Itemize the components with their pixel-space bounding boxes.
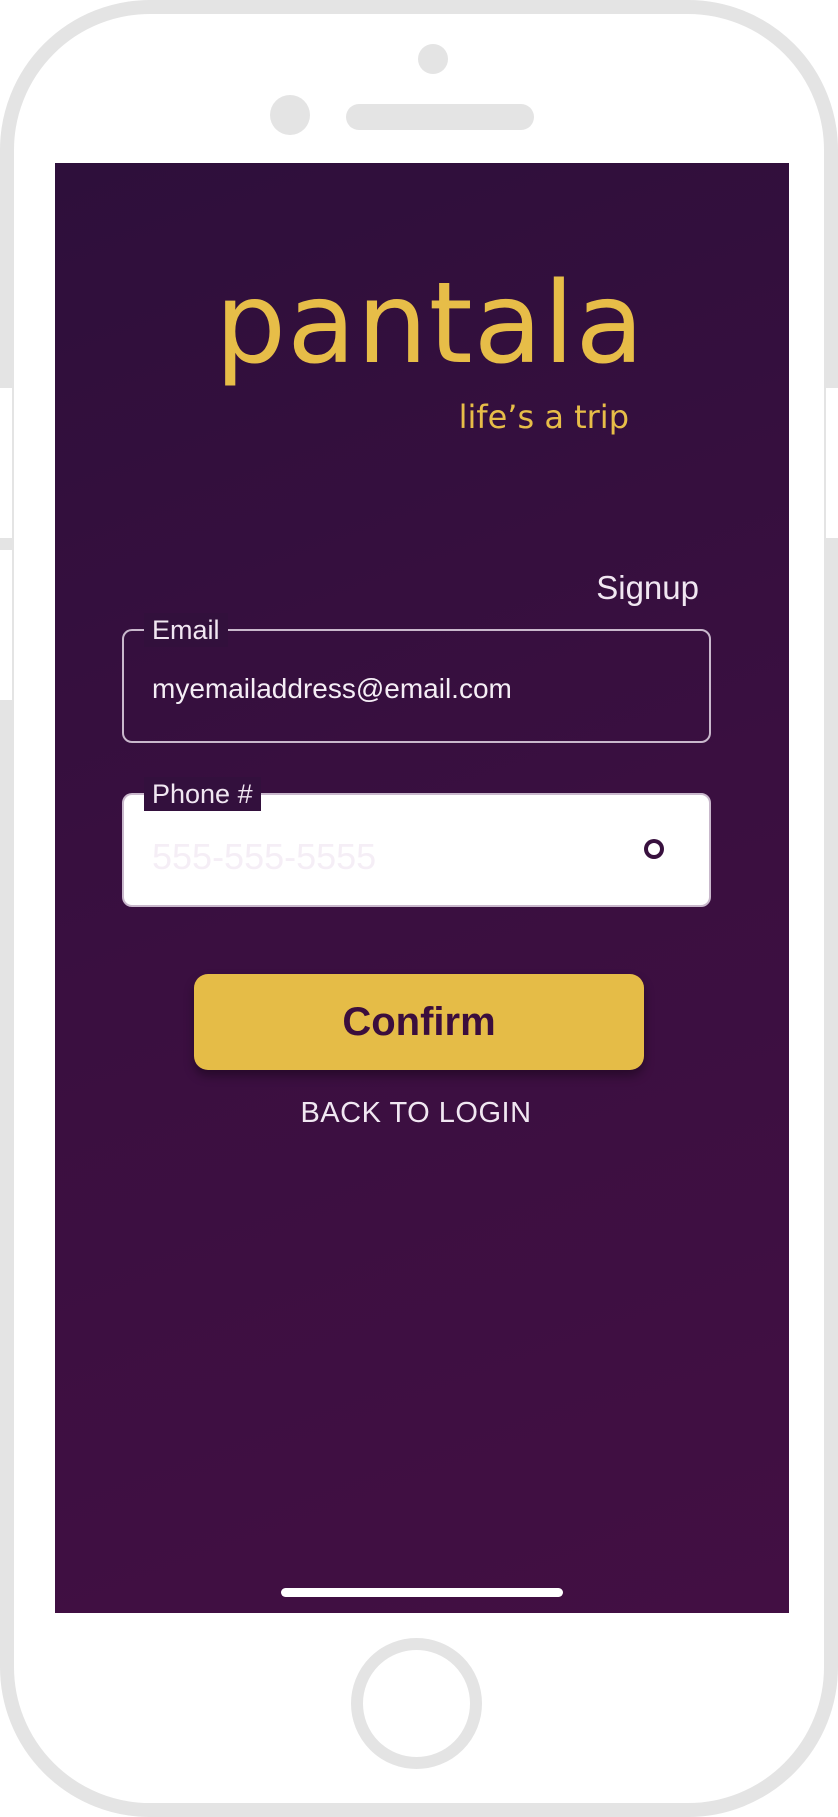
phone-input-value[interactable]: 555-555-5555 — [152, 839, 376, 875]
signup-heading: Signup — [596, 569, 699, 606]
phone-field[interactable]: Phone # 555-555-5555 — [122, 777, 711, 907]
phone-side-button — [826, 388, 838, 538]
email-field-label: Email — [144, 613, 228, 647]
front-camera — [418, 44, 448, 74]
email-input-value[interactable]: myemailaddress@email.com — [152, 675, 512, 703]
phone-home-button[interactable] — [351, 1638, 482, 1769]
app-screen: pantala life’s a trip Signup Email myema… — [55, 163, 789, 1613]
phone-field-label: Phone # — [144, 777, 261, 811]
home-indicator — [281, 1588, 563, 1597]
app-logo: pantala — [214, 259, 645, 389]
phone-side-button — [0, 388, 12, 538]
eye-icon[interactable] — [629, 829, 679, 869]
app-tagline: life’s a trip — [458, 398, 629, 436]
email-field[interactable]: Email myemailaddress@email.com — [122, 613, 711, 743]
proximity-sensor — [270, 95, 310, 135]
earpiece-speaker — [346, 104, 534, 130]
back-to-login-link[interactable]: BACK TO LOGIN — [55, 1099, 777, 1128]
confirm-button[interactable]: Confirm — [194, 974, 644, 1070]
phone-side-button — [0, 550, 12, 700]
